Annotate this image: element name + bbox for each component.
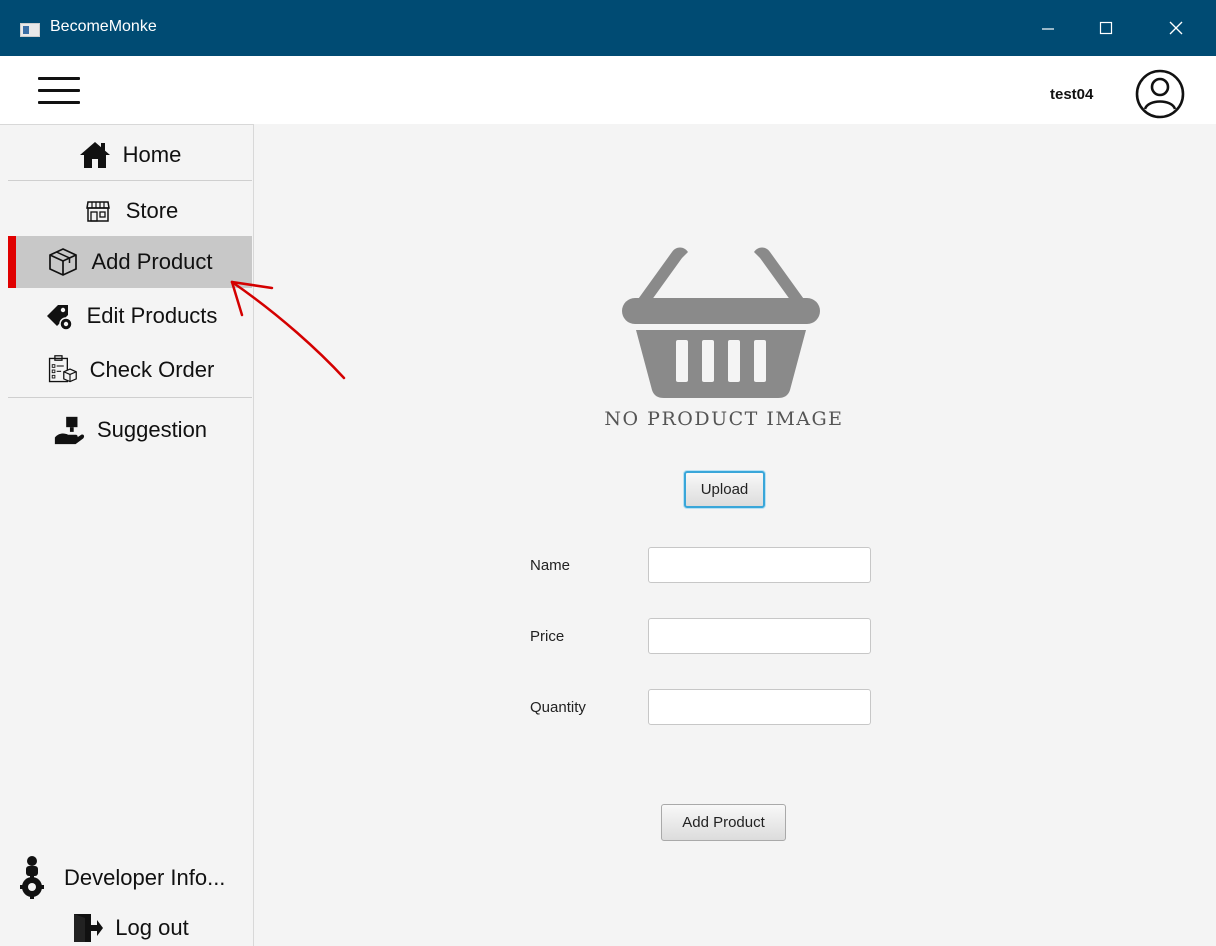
close-button[interactable] — [1148, 0, 1204, 56]
upload-button[interactable]: Upload — [684, 471, 765, 508]
sidebar-item-label: Home — [122, 142, 182, 167]
sidebar-item-label: Log out — [115, 915, 189, 940]
maximize-button[interactable] — [1078, 0, 1134, 56]
annotation-arrow — [230, 280, 346, 380]
hamburger-line — [38, 89, 80, 92]
sidebar-item-suggestion[interactable]: Suggestion — [8, 404, 252, 456]
developer-icon — [14, 854, 50, 902]
sidebar-item-label: Check Order — [89, 357, 215, 382]
sidebar-divider — [8, 180, 252, 181]
minimize-icon — [1042, 28, 1054, 30]
minimize-button[interactable] — [1020, 0, 1076, 56]
box-icon — [47, 246, 79, 278]
title-bar: BecomeMonke — [0, 0, 1216, 56]
price-label: Price — [530, 628, 565, 645]
logout-icon — [71, 912, 104, 944]
window-title: BecomeMonke — [50, 18, 157, 35]
sidebar-item-label: Edit Products — [86, 303, 218, 328]
hand-icon — [53, 414, 85, 446]
clipboard-icon — [46, 354, 78, 386]
maximize-icon — [1099, 21, 1113, 35]
app-window: BecomeMonke test04 Home Store Add Produc… — [0, 0, 1216, 946]
active-indicator — [8, 236, 16, 288]
user-profile-icon[interactable] — [1134, 68, 1186, 120]
menu-toggle-button[interactable] — [38, 77, 80, 107]
price-input[interactable] — [648, 618, 871, 654]
sidebar-item-developer-info[interactable]: Developer Info... — [14, 852, 258, 904]
sidebar-item-home[interactable]: Home — [8, 130, 252, 180]
add-product-button[interactable]: Add Product — [661, 804, 786, 841]
app-header — [0, 56, 1216, 124]
sidebar-divider — [8, 397, 252, 398]
quantity-label: Quantity — [530, 699, 586, 716]
store-icon — [82, 195, 114, 227]
app-icon — [20, 23, 40, 37]
home-icon — [79, 139, 111, 171]
sidebar-item-check-order[interactable]: Check Order — [8, 344, 252, 396]
username-label: test04 — [1050, 86, 1094, 103]
quantity-input[interactable] — [648, 689, 871, 725]
no-image-label: NO PRODUCT IMAGE — [604, 408, 844, 430]
close-icon — [1169, 21, 1183, 35]
basket-icon — [622, 247, 820, 398]
sidebar-item-store[interactable]: Store — [8, 186, 252, 236]
sidebar-item-label: Add Product — [91, 249, 213, 274]
sidebar-item-logout[interactable]: Log out — [8, 906, 252, 946]
sidebar-item-add-product[interactable]: Add Product — [8, 236, 252, 288]
sidebar-item-label: Developer Info... — [64, 865, 226, 890]
sidebar-item-edit-products[interactable]: Edit Products — [8, 290, 252, 342]
sidebar-item-label: Suggestion — [96, 417, 208, 442]
hamburger-line — [38, 101, 80, 104]
name-input[interactable] — [648, 547, 871, 583]
name-label: Name — [530, 557, 571, 574]
tag-gear-icon — [43, 300, 75, 332]
hamburger-line — [38, 77, 80, 80]
sidebar-item-label: Store — [125, 198, 179, 223]
